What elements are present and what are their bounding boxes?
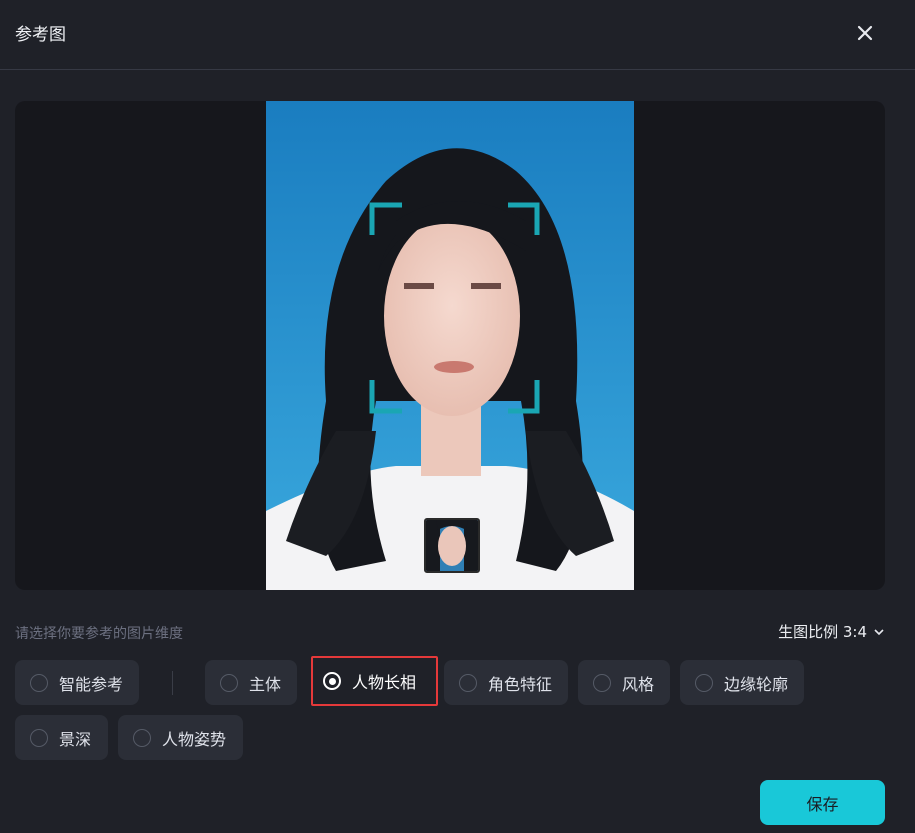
radio-selected-icon (323, 672, 341, 690)
radio-icon (695, 673, 713, 692)
option-label: 人物姿势 (162, 729, 227, 749)
option-label: 风格 (622, 674, 655, 694)
chevron-down-icon (874, 628, 884, 635)
face-thumbnail (424, 518, 480, 573)
radio-icon (220, 673, 238, 692)
reference-photo (266, 101, 634, 590)
radio-icon (30, 673, 48, 692)
option-edge-contour[interactable]: 边缘轮廓 (680, 660, 804, 705)
dialog-title: 参考图 (15, 25, 66, 45)
option-divider (172, 671, 173, 695)
radio-icon (133, 728, 151, 747)
option-label: 景深 (59, 729, 92, 749)
option-label: 人物长相 (352, 673, 417, 692)
option-smart-reference[interactable]: 智能参考 (15, 660, 139, 705)
dialog-header: 参考图 (0, 0, 915, 70)
save-button[interactable]: 保存 (760, 780, 885, 825)
option-subject[interactable]: 主体 (205, 660, 297, 705)
option-style[interactable]: 风格 (578, 660, 670, 705)
option-label: 角色特征 (488, 674, 553, 694)
option-face-appearance[interactable]: 人物长相 (311, 656, 438, 706)
close-icon (857, 25, 873, 41)
option-character-traits[interactable]: 角色特征 (444, 660, 568, 705)
option-depth-of-field[interactable]: 景深 (15, 715, 108, 760)
close-button[interactable] (850, 18, 880, 48)
option-pose[interactable]: 人物姿势 (118, 715, 243, 760)
ratio-dropdown[interactable]: 生图比例 3:4 (778, 621, 885, 642)
reference-image-preview (15, 101, 885, 590)
option-label: 智能参考 (59, 674, 124, 694)
ratio-label: 生图比例 3:4 (778, 623, 867, 641)
option-label: 主体 (249, 674, 282, 694)
radio-icon (30, 728, 48, 747)
option-label: 边缘轮廓 (724, 674, 789, 694)
radio-icon (459, 673, 477, 692)
radio-icon (593, 673, 611, 692)
dimension-hint: 请选择你要参考的图片维度 (15, 626, 183, 642)
